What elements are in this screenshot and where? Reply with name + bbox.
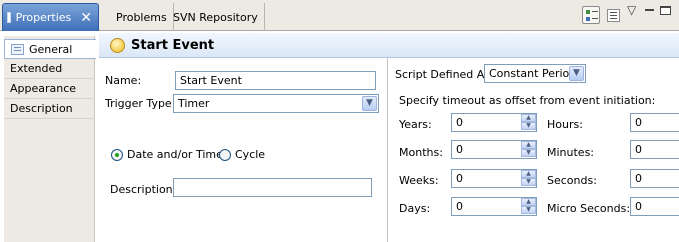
years-label: Years: <box>399 118 432 131</box>
description-label: Description: <box>110 183 177 196</box>
property-sections-nav: General Extended Appearance Description <box>4 36 96 242</box>
spin-up-icon[interactable]: ▲ <box>521 170 536 178</box>
view-tab-bar: Properties ✕ Problems SVN Repository ▽ <box>0 0 679 31</box>
months-label: Months: <box>399 146 443 159</box>
micro-seconds-input[interactable] <box>630 197 679 216</box>
tab-svn-repository-label: SVN Repository <box>173 10 258 24</box>
tab-problems[interactable]: Problems <box>110 3 174 31</box>
general-section-icon <box>11 43 24 55</box>
nav-item-general-label: General <box>29 42 73 56</box>
trigger-type-label: Trigger Type: <box>105 97 176 110</box>
days-label: Days: <box>399 202 431 215</box>
minutes-label: Minutes: <box>547 146 595 159</box>
nav-item-description-label: Description <box>10 102 73 115</box>
categories-icon[interactable] <box>582 6 600 24</box>
nav-item-description[interactable]: Description <box>4 99 95 119</box>
nav-item-extended-label: Extended <box>10 62 63 75</box>
trigger-type-select[interactable]: Timer ▼ <box>173 94 379 113</box>
spin-down-icon[interactable]: ▼ <box>521 178 536 186</box>
trigger-type-value: Timer <box>178 97 210 110</box>
timeout-instructions: Specify timeout as offset from event ini… <box>399 94 656 107</box>
spin-down-icon[interactable]: ▼ <box>521 149 536 157</box>
seconds-input[interactable] <box>630 169 679 188</box>
page-title: Start Event <box>131 37 215 53</box>
spin-down-icon[interactable]: ▼ <box>521 122 536 130</box>
script-defined-label: Script Defined As: <box>395 68 494 81</box>
radio-date-time[interactable]: Date and/or Time <box>111 148 223 161</box>
nav-item-extended[interactable]: Extended <box>4 59 95 79</box>
minutes-input[interactable] <box>630 140 679 159</box>
maximize-icon[interactable] <box>660 6 671 15</box>
section-header: Start Event <box>99 33 679 58</box>
start-event-icon <box>110 37 125 53</box>
close-icon[interactable]: ✕ <box>80 11 92 25</box>
years-stepper[interactable]: ▲ ▼ <box>451 113 537 132</box>
chevron-down-icon[interactable]: ▼ <box>362 96 377 111</box>
script-defined-value: Constant Period <box>489 67 577 80</box>
script-defined-select[interactable]: Constant Period ▼ <box>484 64 586 83</box>
nav-item-appearance-label: Appearance <box>10 82 77 95</box>
view-menu-icon[interactable]: ▽ <box>627 4 636 16</box>
micro-seconds-label: Micro Seconds: <box>547 202 631 215</box>
advanced-icon[interactable] <box>604 6 622 24</box>
chevron-down-icon[interactable]: ▼ <box>569 66 584 81</box>
tab-properties[interactable]: Properties ✕ <box>2 3 99 31</box>
spin-down-icon[interactable]: ▼ <box>521 206 536 214</box>
column-divider <box>387 58 389 242</box>
description-field[interactable] <box>173 178 372 197</box>
spin-up-icon[interactable]: ▲ <box>521 141 536 149</box>
days-stepper[interactable]: ▲ ▼ <box>451 197 537 216</box>
radio-selected-icon <box>111 148 123 161</box>
name-label: Name: <box>105 74 142 87</box>
tab-svn-repository[interactable]: SVN Repository <box>167 3 265 31</box>
nav-item-general[interactable]: General <box>4 39 96 59</box>
seconds-label: Seconds: <box>547 174 597 187</box>
spin-up-icon[interactable]: ▲ <box>521 114 536 122</box>
weeks-stepper[interactable]: ▲ ▼ <box>451 169 537 188</box>
months-stepper[interactable]: ▲ ▼ <box>451 140 537 159</box>
nav-item-appearance[interactable]: Appearance <box>4 79 95 99</box>
name-field[interactable] <box>175 71 376 90</box>
radio-date-time-label: Date and/or Time <box>127 148 223 161</box>
properties-icon <box>7 12 11 23</box>
spin-up-icon[interactable]: ▲ <box>521 198 536 206</box>
tab-properties-label: Properties <box>15 11 72 24</box>
radio-cycle-label: Cycle <box>235 148 266 161</box>
radio-cycle[interactable]: Cycle <box>219 148 265 161</box>
minimize-icon[interactable] <box>645 9 654 11</box>
radio-unselected-icon <box>219 148 231 161</box>
tab-problems-label: Problems <box>116 10 167 24</box>
hours-label: Hours: <box>547 118 583 131</box>
hours-input[interactable] <box>630 113 679 132</box>
weeks-label: Weeks: <box>399 174 439 187</box>
